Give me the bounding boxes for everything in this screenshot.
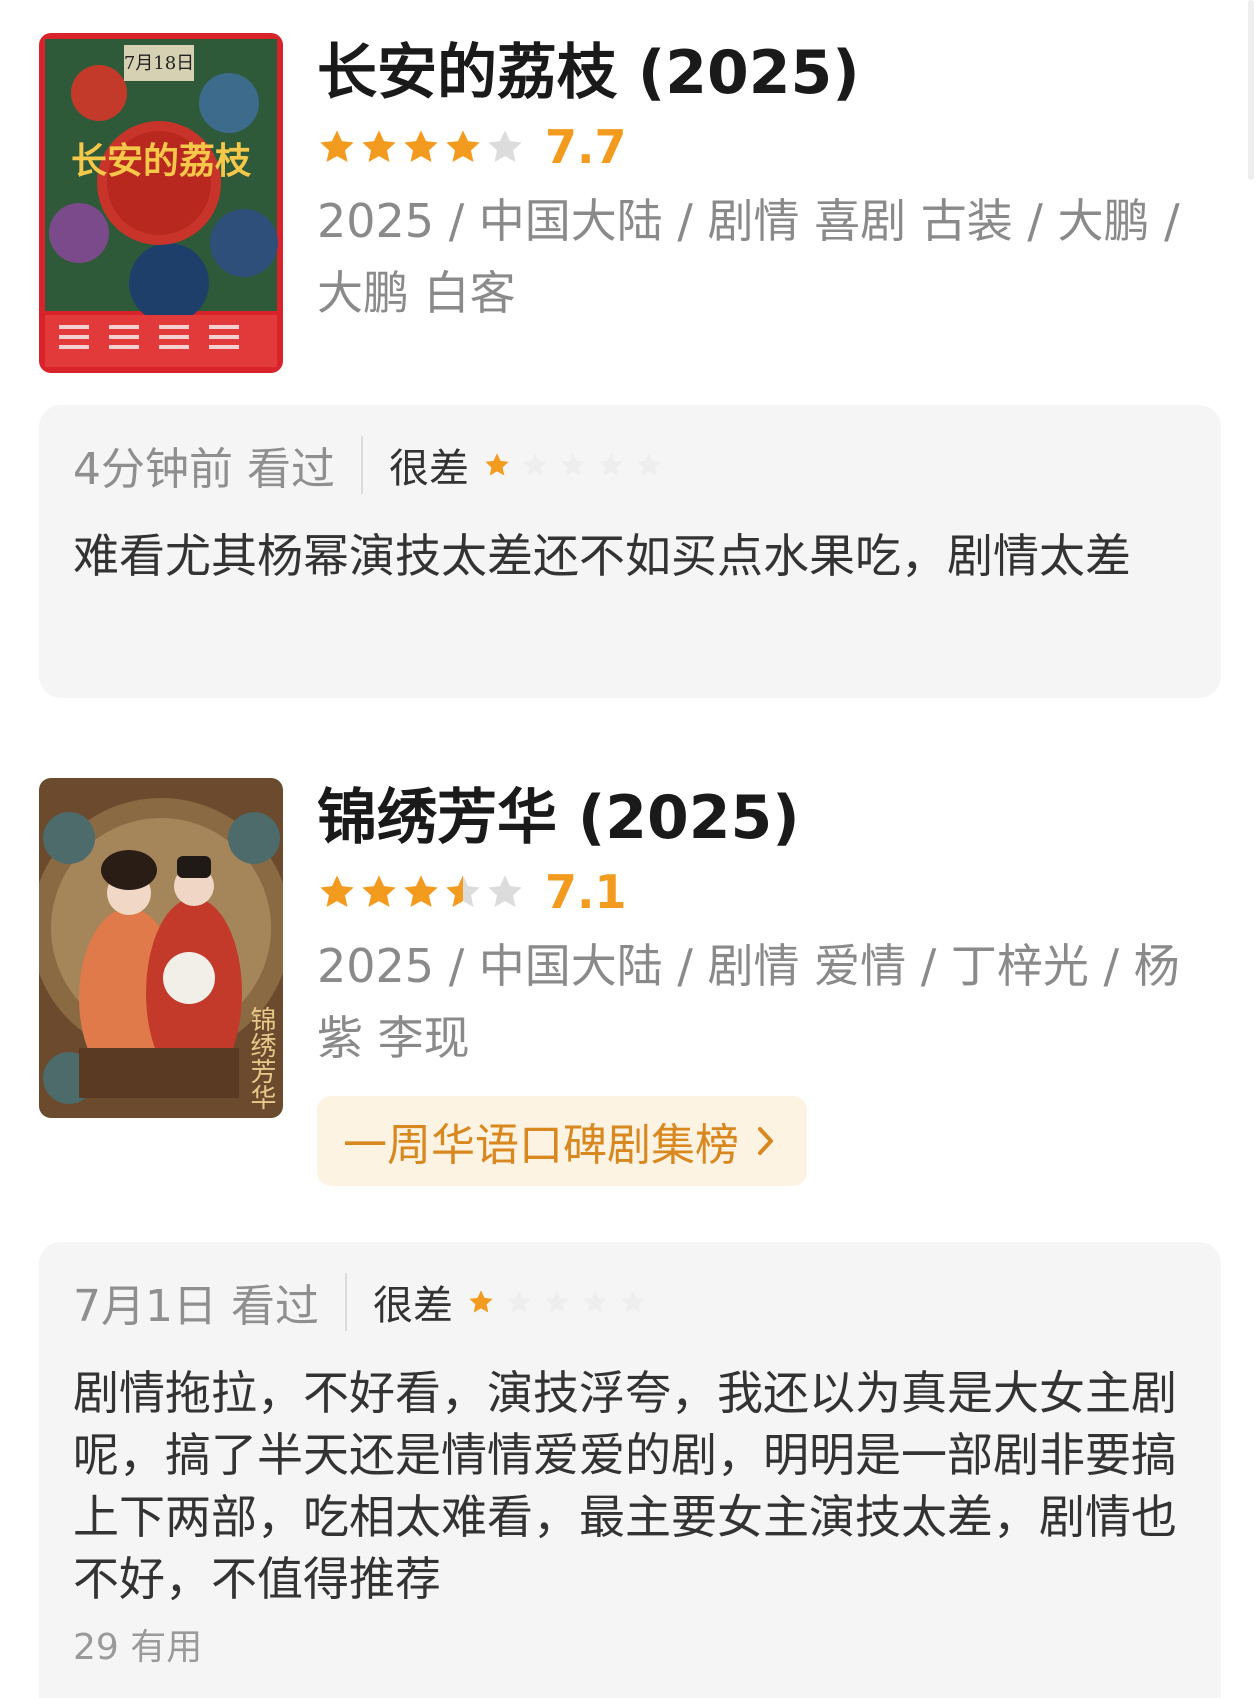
star-full-icon <box>446 130 480 162</box>
review-time: 4分钟前 看过 <box>73 444 335 495</box>
star-full-icon <box>362 875 396 907</box>
ranking-label: 一周华语口碑剧集榜 <box>343 1120 739 1171</box>
star-full-icon <box>404 130 438 162</box>
useful-count[interactable]: 29 有用 <box>39 1618 1221 1670</box>
star-empty-icon <box>637 453 661 476</box>
movie-card-1[interactable]: 长安的荔枝 7月18日 长安的荔枝 (2025) 7.7 2025 / 中国大陆… <box>39 33 1219 373</box>
review-text: 难看尤其杨幂演技太差还不如买点水果吃，剧情太差 <box>73 529 1131 583</box>
review-header: 4分钟前 看过 很差 <box>39 405 1221 525</box>
poster-image[interactable]: 锦绣芳华 <box>39 778 283 1118</box>
star-empty-icon <box>523 453 547 476</box>
movie-info: 长安的荔枝 (2025) 7.7 2025 / 中国大陆 / 剧情 喜剧 古装 … <box>317 33 1219 329</box>
rating-row: 7.1 <box>317 858 1219 926</box>
poster-title-text: 锦绣芳华 <box>246 1006 276 1110</box>
poster-date-text: 7月18日 <box>124 53 194 74</box>
review-verdict: 很差 <box>372 1283 453 1329</box>
rating-score: 7.1 <box>545 865 627 919</box>
star-empty-icon <box>507 1290 531 1313</box>
poster-image[interactable]: 长安的荔枝 7月18日 <box>39 33 283 373</box>
review-verdict: 很差 <box>388 446 469 492</box>
divider <box>344 1273 347 1331</box>
chevron-right-icon <box>758 1127 773 1155</box>
movie-title[interactable]: 长安的荔枝 (2025) <box>317 33 1219 113</box>
rating-stars <box>317 127 525 167</box>
star-empty-icon <box>621 1290 645 1313</box>
star-empty-icon <box>545 1290 569 1313</box>
review-card-2[interactable]: 7月1日 看过 很差 剧情拖拉，不好看，演技浮夸，我还以为真是大女主剧呢，搞了半… <box>39 1242 1221 1698</box>
poster-changan-lizhi: 长安的荔枝 7月18日 <box>39 33 283 373</box>
star-full-icon <box>485 453 509 476</box>
movie-title[interactable]: 锦绣芳华 (2025) <box>317 778 1219 858</box>
movie-card-2[interactable]: 锦绣芳华 锦绣芳华 (2025) 7.1 2025 / 中国大陆 / 剧情 爱情… <box>39 778 1219 1208</box>
rating-stars <box>317 872 525 912</box>
star-empty-icon <box>583 1290 607 1313</box>
ranking-link-button[interactable]: 一周华语口碑剧集榜 <box>317 1096 807 1186</box>
star-full-icon <box>320 875 354 907</box>
star-full-icon <box>362 130 396 162</box>
star-empty-icon <box>488 130 522 162</box>
scrollbar[interactable] <box>1248 0 1254 180</box>
star-full-icon <box>320 130 354 162</box>
movie-meta: 2025 / 中国大陆 / 剧情 爱情 / 丁梓光 / 杨紫 李现 <box>317 939 1180 1065</box>
review-card-1[interactable]: 4分钟前 看过 很差 难看尤其杨幂演技太差还不如买点水果吃，剧情太差 <box>39 405 1221 698</box>
star-empty-icon <box>488 875 522 907</box>
poster-jinxiu-fanghua: 锦绣芳华 <box>39 778 283 1118</box>
review-stars <box>483 451 663 479</box>
divider <box>360 436 363 494</box>
poster-title-text: 长安的荔枝 <box>71 140 252 182</box>
movie-meta: 2025 / 中国大陆 / 剧情 喜剧 古装 / 大鹏 / 大鹏 白客 <box>317 194 1180 320</box>
star-empty-icon <box>561 453 585 476</box>
review-header: 7月1日 看过 很差 <box>39 1242 1221 1362</box>
star-empty-icon <box>599 453 623 476</box>
rating-row: 7.7 <box>317 113 1219 181</box>
review-text: 剧情拖拉，不好看，演技浮夸，我还以为真是大女主剧呢，搞了半天还是情情爱爱的剧，明… <box>73 1366 1177 1606</box>
star-half-icon <box>446 875 480 907</box>
movie-info: 锦绣芳华 (2025) 7.1 2025 / 中国大陆 / 剧情 爱情 / 丁梓… <box>317 778 1219 1186</box>
star-full-icon <box>469 1290 493 1313</box>
review-stars <box>467 1288 647 1316</box>
rating-score: 7.7 <box>545 120 627 174</box>
star-full-icon <box>404 875 438 907</box>
review-time: 7月1日 看过 <box>73 1281 319 1332</box>
